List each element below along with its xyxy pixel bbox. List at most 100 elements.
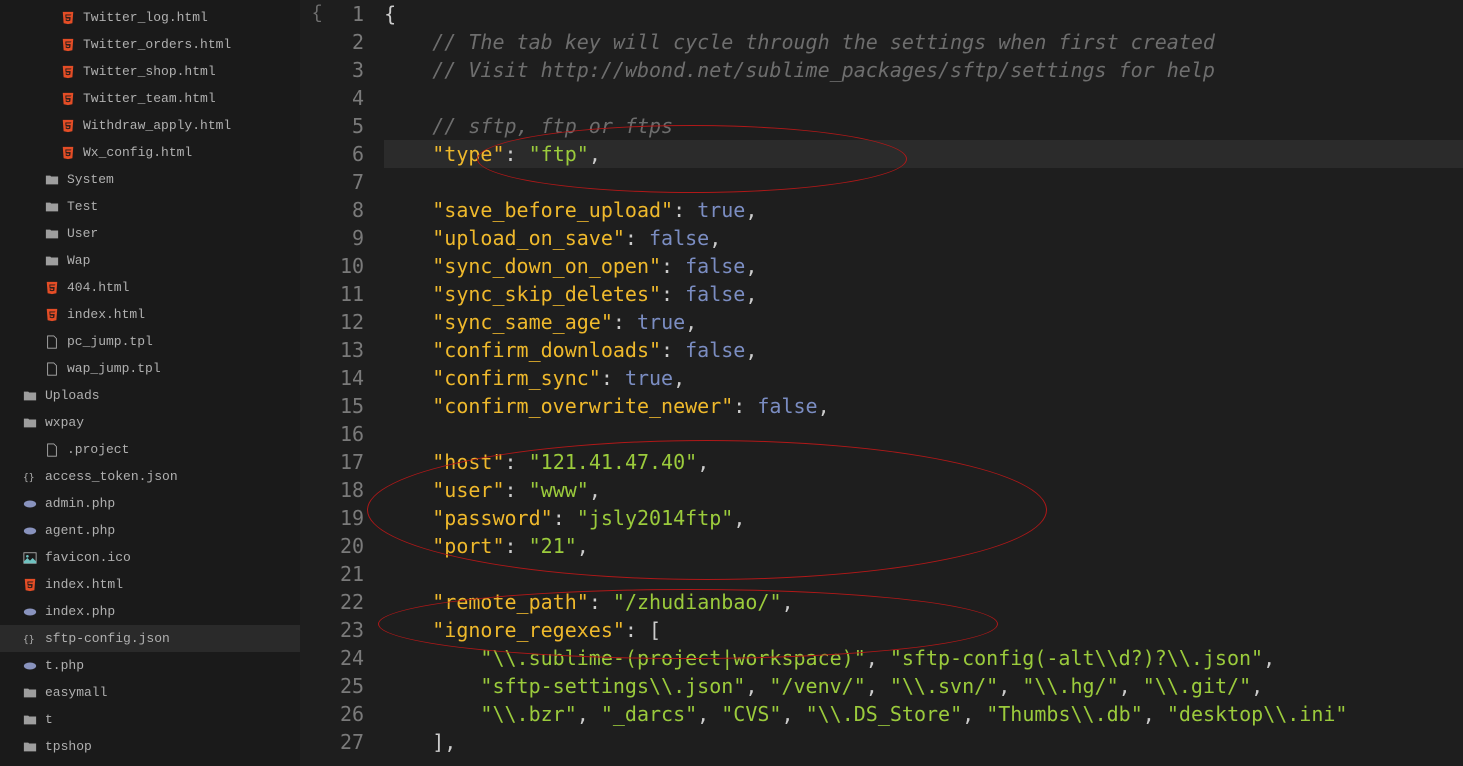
- code-token: :: [505, 478, 529, 502]
- code-token: [384, 198, 432, 222]
- file-tree-item[interactable]: Wx_config.html: [0, 139, 300, 166]
- file-tree-item[interactable]: Uploads: [0, 382, 300, 409]
- code-line[interactable]: [384, 420, 1463, 448]
- file-tree-item[interactable]: favicon.ico: [0, 544, 300, 571]
- code-line[interactable]: [384, 84, 1463, 112]
- file-tree-item[interactable]: {}access_token.json: [0, 463, 300, 490]
- folder-icon: [44, 199, 60, 215]
- code-token: [384, 58, 432, 82]
- code-line[interactable]: // Visit http://wbond.net/sublime_packag…: [384, 56, 1463, 84]
- code-line[interactable]: {: [384, 0, 1463, 28]
- file-tree-label: favicon.ico: [45, 550, 131, 565]
- code-token: "121.41.47.40": [529, 450, 698, 474]
- line-number: 20: [340, 532, 364, 560]
- code-token: [384, 394, 432, 418]
- code-editor[interactable]: { 12345678910111213141516171819202122232…: [300, 0, 1463, 766]
- code-line[interactable]: "upload_on_save": false,: [384, 224, 1463, 252]
- code-line[interactable]: ],: [384, 728, 1463, 756]
- file-tree-item[interactable]: index.php: [0, 598, 300, 625]
- file-tree-item[interactable]: Test: [0, 193, 300, 220]
- code-token: [384, 646, 480, 670]
- file-tree-item[interactable]: tpshop: [0, 733, 300, 760]
- code-token: [384, 282, 432, 306]
- folder-icon: [22, 388, 38, 404]
- code-line[interactable]: [384, 560, 1463, 588]
- folder-icon: [44, 226, 60, 242]
- code-area[interactable]: { // The tab key will cycle through the …: [378, 0, 1463, 766]
- line-number: 17: [340, 448, 364, 476]
- code-line[interactable]: "\\.bzr", "_darcs", "CVS", "\\.DS_Store"…: [384, 700, 1463, 728]
- php-icon: [22, 604, 38, 620]
- code-line[interactable]: "password": "jsly2014ftp",: [384, 504, 1463, 532]
- file-tree-item[interactable]: Twitter_orders.html: [0, 31, 300, 58]
- file-tree-label: Uploads: [45, 388, 100, 403]
- file-tree-sidebar[interactable]: Twitter_log.htmlTwitter_orders.htmlTwitt…: [0, 0, 300, 766]
- code-token: :: [673, 198, 697, 222]
- code-line[interactable]: "sync_skip_deletes": false,: [384, 280, 1463, 308]
- code-token: ,: [745, 254, 757, 278]
- file-tree-label: 404.html: [67, 280, 129, 295]
- code-line[interactable]: // The tab key will cycle through the se…: [384, 28, 1463, 56]
- code-line[interactable]: "confirm_sync": true,: [384, 364, 1463, 392]
- line-number: 2: [340, 28, 364, 56]
- file-tree-item[interactable]: System: [0, 166, 300, 193]
- code-token: "password": [432, 506, 552, 530]
- code-line[interactable]: "port": "21",: [384, 532, 1463, 560]
- code-token: "\\.sublime-(project|workspace)": [480, 646, 865, 670]
- code-token: [384, 366, 432, 390]
- code-line[interactable]: "confirm_overwrite_newer": false,: [384, 392, 1463, 420]
- line-number: 3: [340, 56, 364, 84]
- file-tree-item[interactable]: t.php: [0, 652, 300, 679]
- file-tree-item[interactable]: User: [0, 220, 300, 247]
- code-token: true: [625, 366, 673, 390]
- code-token: [384, 338, 432, 362]
- file-tree-item[interactable]: admin.php: [0, 490, 300, 517]
- file-tree-item[interactable]: easymall: [0, 679, 300, 706]
- code-line[interactable]: "confirm_downloads": false,: [384, 336, 1463, 364]
- file-tree-item[interactable]: wxpay: [0, 409, 300, 436]
- file-tree-item[interactable]: t: [0, 706, 300, 733]
- line-number: 21: [340, 560, 364, 588]
- file-tree-item[interactable]: index.html: [0, 301, 300, 328]
- file-tree-label: .project: [67, 442, 129, 457]
- code-token: ],: [432, 730, 456, 754]
- file-tree-item[interactable]: index.html: [0, 571, 300, 598]
- code-line[interactable]: "save_before_upload": true,: [384, 196, 1463, 224]
- file-tree-item[interactable]: wap_jump.tpl: [0, 355, 300, 382]
- file-tree-item[interactable]: {}sftp-config.json: [0, 625, 300, 652]
- file-tree-label: index.html: [67, 307, 145, 322]
- code-line[interactable]: "user": "www",: [384, 476, 1463, 504]
- code-token: "confirm_downloads": [432, 338, 661, 362]
- code-token: "sftp-settings\\.json": [480, 674, 745, 698]
- file-tree-item[interactable]: 404.html: [0, 274, 300, 301]
- file-tree-item[interactable]: Twitter_shop.html: [0, 58, 300, 85]
- code-token: ,: [1143, 702, 1167, 726]
- file-tree-item[interactable]: .project: [0, 436, 300, 463]
- code-line[interactable]: // sftp, ftp or ftps: [384, 112, 1463, 140]
- file-tree-item[interactable]: agent.php: [0, 517, 300, 544]
- file-tree-item[interactable]: Wap: [0, 247, 300, 274]
- code-line[interactable]: "\\.sublime-(project|workspace)", "sftp-…: [384, 644, 1463, 672]
- folder-icon: [22, 712, 38, 728]
- code-line[interactable]: "host": "121.41.47.40",: [384, 448, 1463, 476]
- code-line[interactable]: "remote_path": "/zhudianbao/",: [384, 588, 1463, 616]
- code-token: false: [685, 254, 745, 278]
- file-tree-item[interactable]: pc_jump.tpl: [0, 328, 300, 355]
- code-line[interactable]: [384, 168, 1463, 196]
- code-line[interactable]: "sync_same_age": true,: [384, 308, 1463, 336]
- folder-icon: [22, 685, 38, 701]
- code-line[interactable]: "sftp-settings\\.json", "/venv/", "\\.sv…: [384, 672, 1463, 700]
- line-number: 25: [340, 672, 364, 700]
- file-tree-item[interactable]: Twitter_log.html: [0, 4, 300, 31]
- line-number: 19: [340, 504, 364, 532]
- code-line[interactable]: "type": "ftp",: [384, 140, 1463, 168]
- file-tree-item[interactable]: Withdraw_apply.html: [0, 112, 300, 139]
- code-token: [384, 450, 432, 474]
- code-line[interactable]: "sync_down_on_open": false,: [384, 252, 1463, 280]
- code-line[interactable]: "ignore_regexes": [: [384, 616, 1463, 644]
- html-icon: [44, 280, 60, 296]
- code-token: [: [649, 618, 661, 642]
- code-token: "ignore_regexes": [432, 618, 625, 642]
- code-token: "desktop\\.ini": [1167, 702, 1348, 726]
- file-tree-item[interactable]: Twitter_team.html: [0, 85, 300, 112]
